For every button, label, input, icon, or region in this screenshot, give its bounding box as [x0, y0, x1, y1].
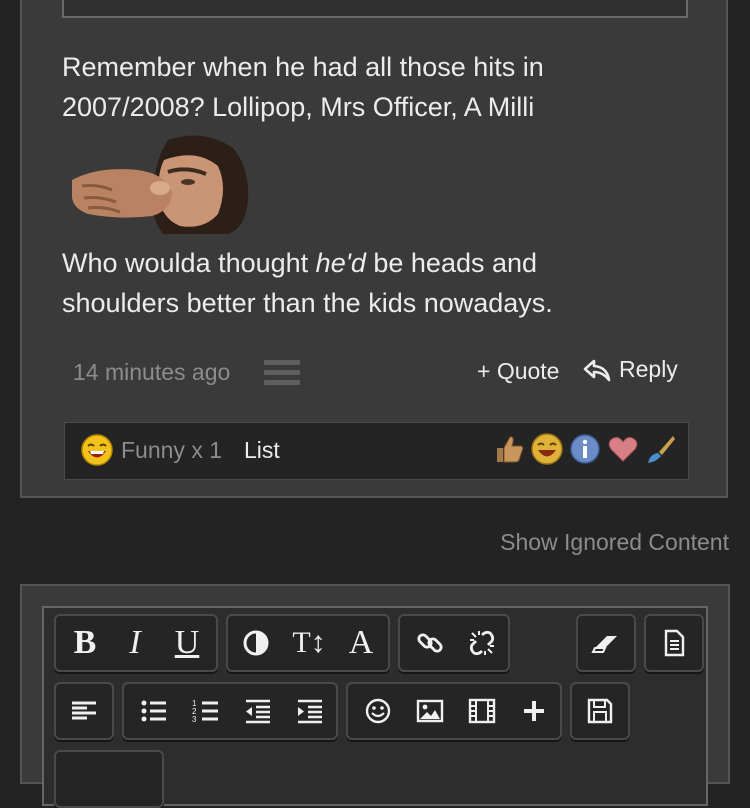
link-icon [417, 633, 443, 653]
bold-button[interactable]: B [62, 616, 108, 670]
save-draft-button[interactable] [576, 684, 624, 738]
heart-icon[interactable] [606, 432, 640, 466]
numbered-list-icon: 123 [192, 699, 218, 724]
insert-media-button[interactable] [458, 684, 506, 738]
font-family-button[interactable]: A [338, 616, 384, 670]
unlink-icon [469, 630, 495, 656]
image-icon [416, 699, 444, 723]
numbered-list-button[interactable]: 123 [182, 684, 230, 738]
reaction-gif-image [68, 130, 258, 234]
text-style-group: B I U [54, 614, 218, 672]
document-icon [664, 629, 685, 657]
bulleted-list-icon [141, 700, 166, 722]
post-paragraph-2-line-1-start: Who woulda thought [62, 248, 316, 278]
remove-format-group [576, 614, 636, 672]
bulleted-list-button[interactable] [130, 684, 178, 738]
insert-media-group [346, 682, 562, 740]
contrast-icon [243, 630, 269, 656]
plus-icon [524, 701, 544, 721]
funny-emoji-icon [81, 434, 113, 466]
outdent-button[interactable] [234, 684, 282, 738]
save-draft-group [570, 682, 630, 740]
font-size-button[interactable]: T↕ [282, 616, 336, 670]
post-paragraph-2: Who woulda thought he'd be heads and sho… [62, 243, 553, 323]
thumbs-up-icon[interactable] [492, 432, 526, 466]
underline-button[interactable]: U [164, 616, 210, 670]
film-icon [468, 698, 496, 724]
post-paragraph-1-line-1: Remember when he had all those hits in [62, 52, 544, 82]
reactions-bar: Funny x 1 List [64, 422, 689, 480]
reactions-list-link[interactable]: List [244, 437, 280, 464]
post-paragraph-2-line-1-end: be heads and [365, 248, 538, 278]
insert-link-button[interactable] [406, 616, 454, 670]
hamburger-menu-icon[interactable] [264, 360, 300, 386]
info-icon[interactable] [568, 432, 602, 466]
post-timestamp[interactable]: 14 minutes ago [73, 359, 230, 386]
remove-formatting-button[interactable] [582, 616, 630, 670]
align-left-button[interactable] [60, 684, 108, 738]
post-paragraph-1-line-2: 2007/2008? Lollipop, Mrs Officer, A Mill… [62, 92, 535, 122]
svg-text:3: 3 [192, 715, 197, 724]
reply-label: Reply [619, 356, 678, 382]
funny-reaction-icon[interactable] [530, 432, 564, 466]
post-paragraph-1: Remember when he had all those hits in 2… [62, 47, 544, 127]
indent-icon [298, 699, 322, 724]
link-group [398, 614, 510, 672]
reply-arrow-icon [583, 359, 611, 381]
font-group: T↕ A [226, 614, 390, 672]
align-left-icon [72, 701, 96, 720]
unlink-button[interactable] [458, 616, 506, 670]
italic-button[interactable]: I [112, 616, 158, 670]
insert-more-button[interactable] [510, 684, 558, 738]
reaction-summary[interactable]: Funny x 1 [121, 437, 222, 464]
quoted-content-box [62, 0, 688, 18]
paintbrush-icon[interactable] [644, 432, 678, 466]
show-ignored-content-link[interactable]: Show Ignored Content [500, 529, 729, 556]
floppy-disk-icon [587, 698, 613, 724]
text-color-button[interactable] [234, 616, 278, 670]
editor-toolbar: B I U T↕ A 1 2 3 [42, 606, 708, 808]
reply-button[interactable]: Reply [583, 356, 678, 383]
outdent-icon [246, 699, 270, 724]
quote-button[interactable]: + Quote [477, 358, 559, 385]
post-message: Remember when he had all those hits in 2… [20, 0, 728, 498]
insert-image-button[interactable] [406, 684, 454, 738]
post-paragraph-2-emphasis: he'd [315, 248, 366, 278]
post-paragraph-2-line-2: shoulders better than the kids nowadays. [62, 288, 553, 318]
smiley-icon [365, 698, 391, 724]
smilies-button[interactable] [354, 684, 402, 738]
source-group [644, 614, 704, 672]
reaction-picker [492, 432, 678, 466]
list-indent-group: 123 [122, 682, 338, 740]
extra-tools-group [54, 750, 164, 808]
indent-button[interactable] [286, 684, 334, 738]
reply-editor: B I U T↕ A 1 2 3 [20, 584, 730, 808]
view-source-button[interactable] [650, 616, 698, 670]
eraser-icon [591, 636, 617, 653]
align-group [54, 682, 114, 740]
